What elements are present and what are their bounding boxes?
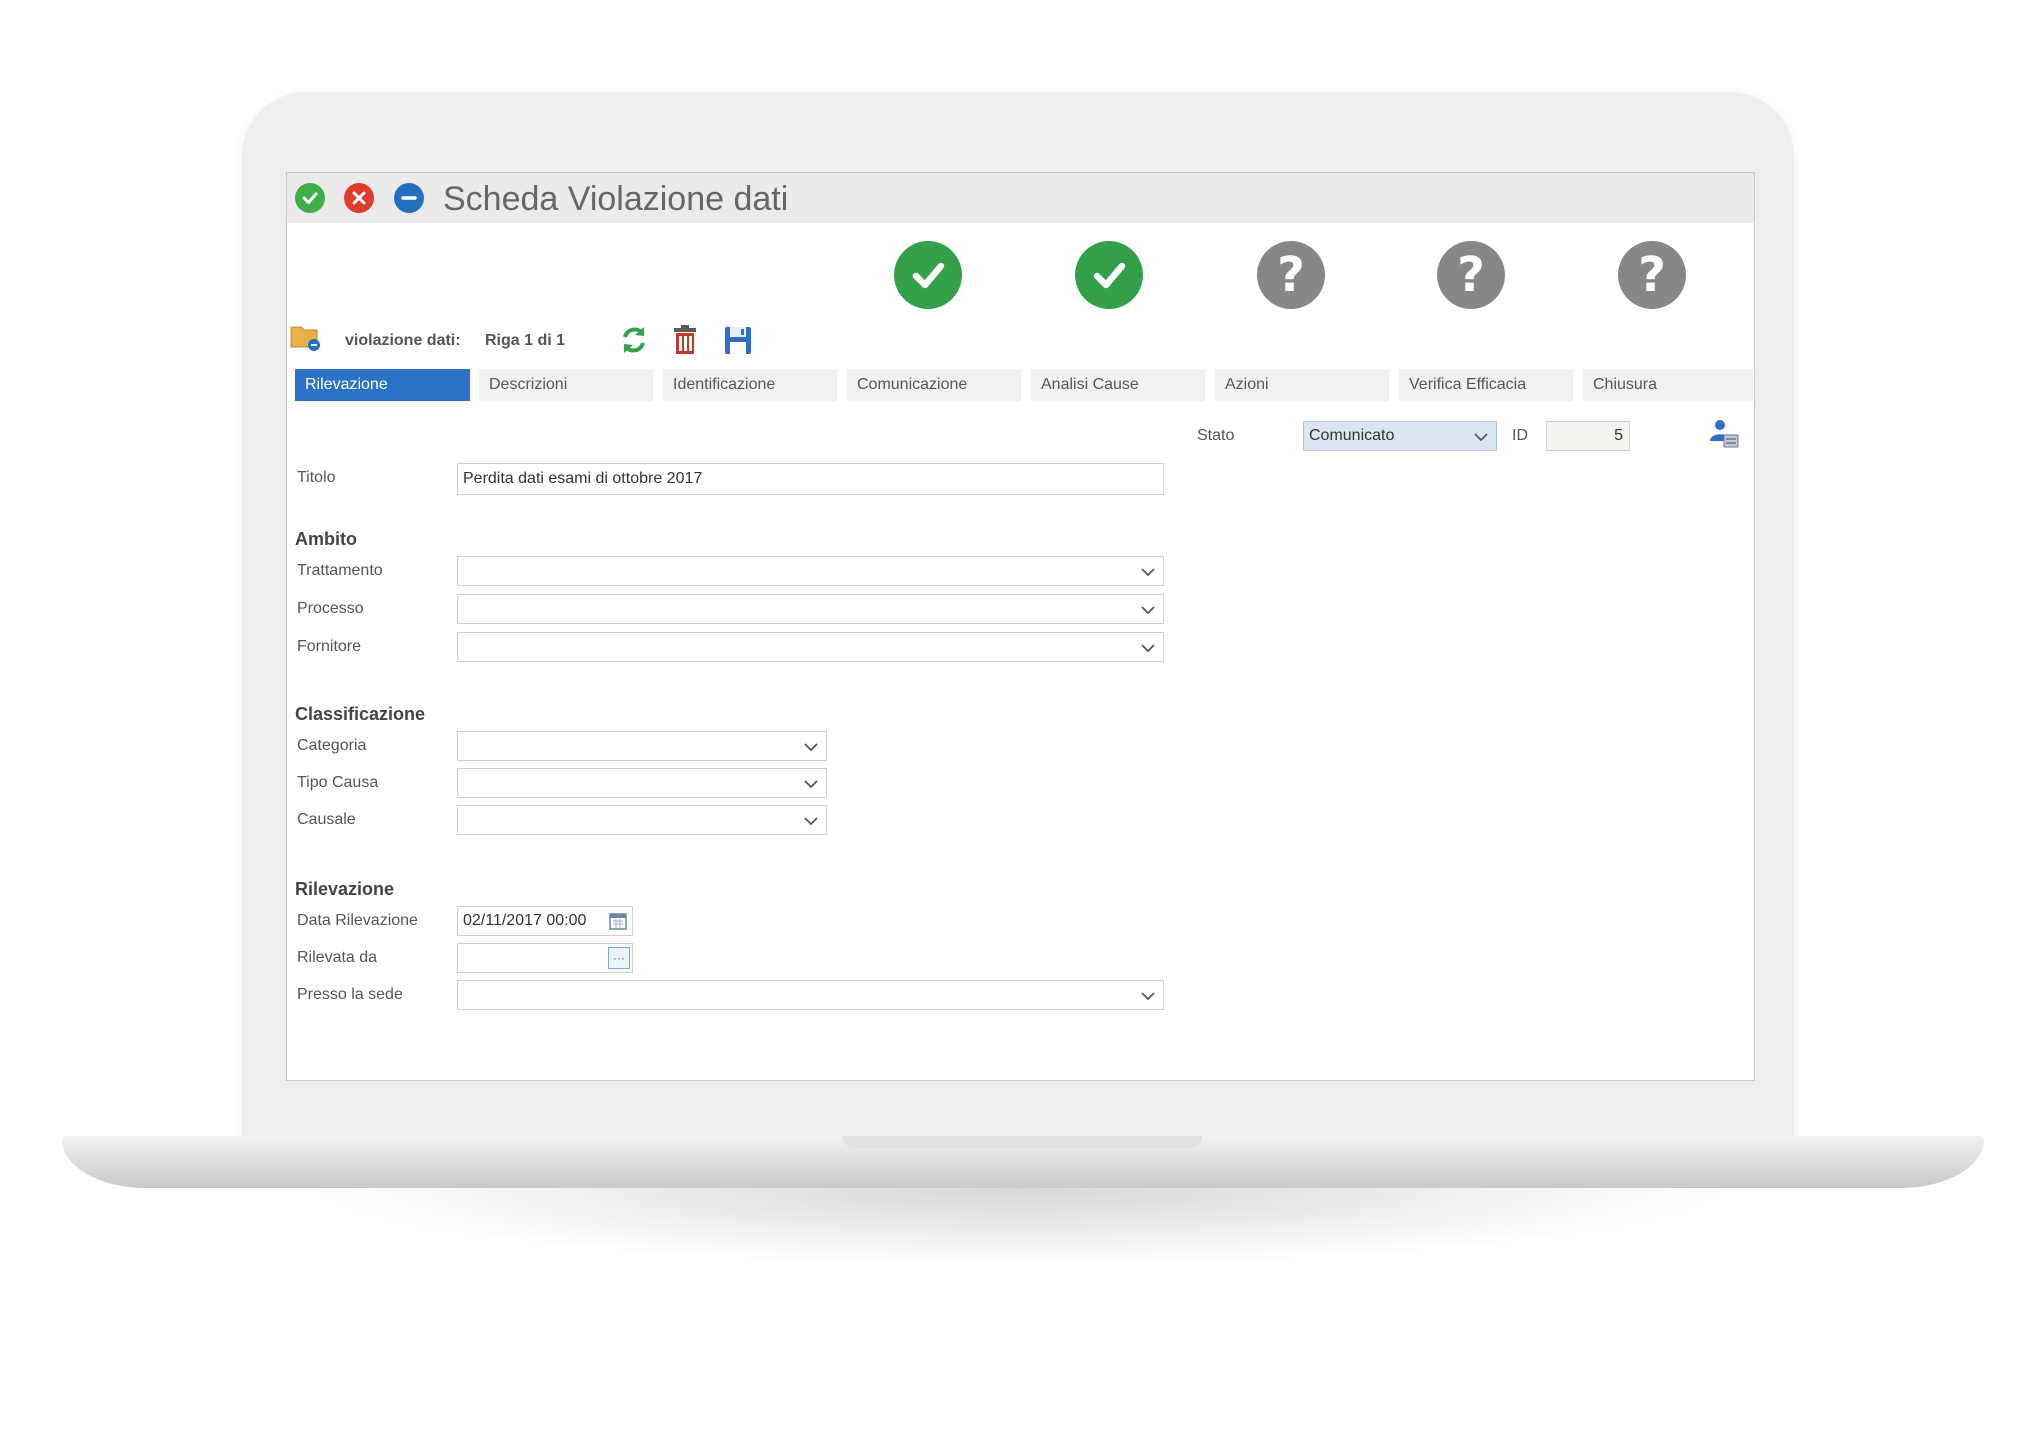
close-button[interactable]: [344, 183, 374, 213]
rilevata-da-label: Rilevata da: [297, 949, 378, 966]
processo-label: Processo: [297, 600, 364, 617]
tab-verifica-efficacia[interactable]: Verifica Efficacia: [1399, 369, 1573, 401]
save-icon: [725, 327, 751, 354]
trattamento-select[interactable]: [457, 556, 1164, 586]
titolo-input[interactable]: Perdita dati esami di ottobre 2017: [457, 463, 1164, 495]
tab-chiusura[interactable]: Chiusura: [1583, 369, 1753, 401]
presso-la-sede-select[interactable]: [457, 980, 1164, 1010]
chevron-down-icon: [804, 780, 818, 789]
question-icon: ?: [1638, 247, 1666, 303]
record-counter: Riga 1 di 1: [485, 332, 566, 349]
trattamento-label: Trattamento: [297, 562, 383, 579]
tab-bar: Rilevazione Descrizioni Identificazione …: [295, 369, 1754, 401]
confirm-button[interactable]: [295, 183, 325, 213]
data-rilevazione-input[interactable]: 02/11/2017 00:00: [457, 906, 633, 936]
chevron-down-icon: [1141, 568, 1155, 577]
step-4-status: ?: [1437, 241, 1505, 309]
app-window: Scheda Violazione dati ? ? ? violazione …: [286, 172, 1755, 1081]
causale-label: Causale: [297, 811, 356, 828]
tab-descrizioni[interactable]: Descrizioni: [479, 369, 653, 401]
rilevata-da-input[interactable]: ···: [457, 943, 633, 973]
tab-identificazione[interactable]: Identificazione: [663, 369, 837, 401]
delete-button[interactable]: [670, 323, 700, 357]
ambito-heading: Ambito: [295, 529, 357, 549]
tipo-causa-label: Tipo Causa: [297, 774, 379, 791]
step-2-status: [1075, 241, 1143, 309]
stato-label: Stato: [1197, 427, 1235, 444]
step-3-status: ?: [1257, 241, 1325, 309]
user-list-button[interactable]: [1707, 417, 1741, 451]
check-icon: [912, 262, 945, 289]
data-rilevazione-value: 02/11/2017 00:00: [463, 912, 587, 929]
navigator-label: violazione dati:: [345, 332, 461, 349]
close-icon: [352, 191, 366, 205]
user-list-icon: [1710, 420, 1739, 448]
calendar-icon[interactable]: [608, 911, 628, 931]
id-value: 5: [1614, 427, 1623, 444]
tipo-causa-select[interactable]: [457, 768, 827, 798]
chevron-down-icon: [1141, 644, 1155, 653]
title-bar: Scheda Violazione dati: [287, 173, 1754, 223]
titolo-label: Titolo: [297, 469, 336, 486]
minimize-button[interactable]: [394, 183, 424, 213]
step-1-status: [894, 241, 962, 309]
ellipsis-icon[interactable]: ···: [608, 947, 630, 969]
chevron-down-icon: [804, 817, 818, 826]
id-label: ID: [1512, 427, 1528, 444]
record-navigator: violazione dati: Riga 1 di 1: [287, 319, 987, 359]
rilevazione-heading: Rilevazione: [295, 879, 395, 899]
folder-icon[interactable]: [289, 321, 323, 353]
laptop-shadow: [300, 1188, 1740, 1268]
window-title: Scheda Violazione dati: [443, 180, 789, 218]
laptop-notch: [842, 1136, 1202, 1148]
question-icon: ?: [1457, 247, 1485, 303]
tab-azioni[interactable]: Azioni: [1215, 369, 1389, 401]
save-button[interactable]: [722, 323, 754, 357]
check-icon: [1093, 262, 1126, 289]
refresh-icon: [623, 327, 645, 353]
titolo-value: Perdita dati esami di ottobre 2017: [463, 470, 703, 487]
processo-select[interactable]: [457, 594, 1164, 624]
tab-comunicazione[interactable]: Comunicazione: [847, 369, 1021, 401]
chevron-down-icon: [804, 743, 818, 752]
chevron-down-icon: [1141, 992, 1155, 1001]
data-rilevazione-label: Data Rilevazione: [297, 912, 418, 929]
tab-analisi-cause[interactable]: Analisi Cause: [1031, 369, 1205, 401]
refresh-button[interactable]: [617, 323, 651, 357]
stato-value: Comunicato: [1309, 427, 1395, 444]
chevron-down-icon: [1474, 433, 1488, 442]
id-field: 5: [1546, 421, 1630, 451]
fornitore-select[interactable]: [457, 632, 1164, 662]
classificazione-heading: Classificazione: [295, 704, 426, 724]
question-icon: ?: [1277, 247, 1305, 303]
presso-la-sede-label: Presso la sede: [297, 986, 403, 1003]
tab-rilevazione[interactable]: Rilevazione: [295, 369, 470, 401]
trash-icon: [674, 325, 696, 354]
minus-icon: [401, 196, 417, 200]
stato-select[interactable]: Comunicato: [1303, 421, 1497, 451]
step-5-status: ?: [1618, 241, 1686, 309]
check-icon: [302, 192, 318, 204]
categoria-label: Categoria: [297, 737, 367, 754]
causale-select[interactable]: [457, 805, 827, 835]
chevron-down-icon: [1141, 606, 1155, 615]
categoria-select[interactable]: [457, 731, 827, 761]
fornitore-label: Fornitore: [297, 638, 362, 655]
